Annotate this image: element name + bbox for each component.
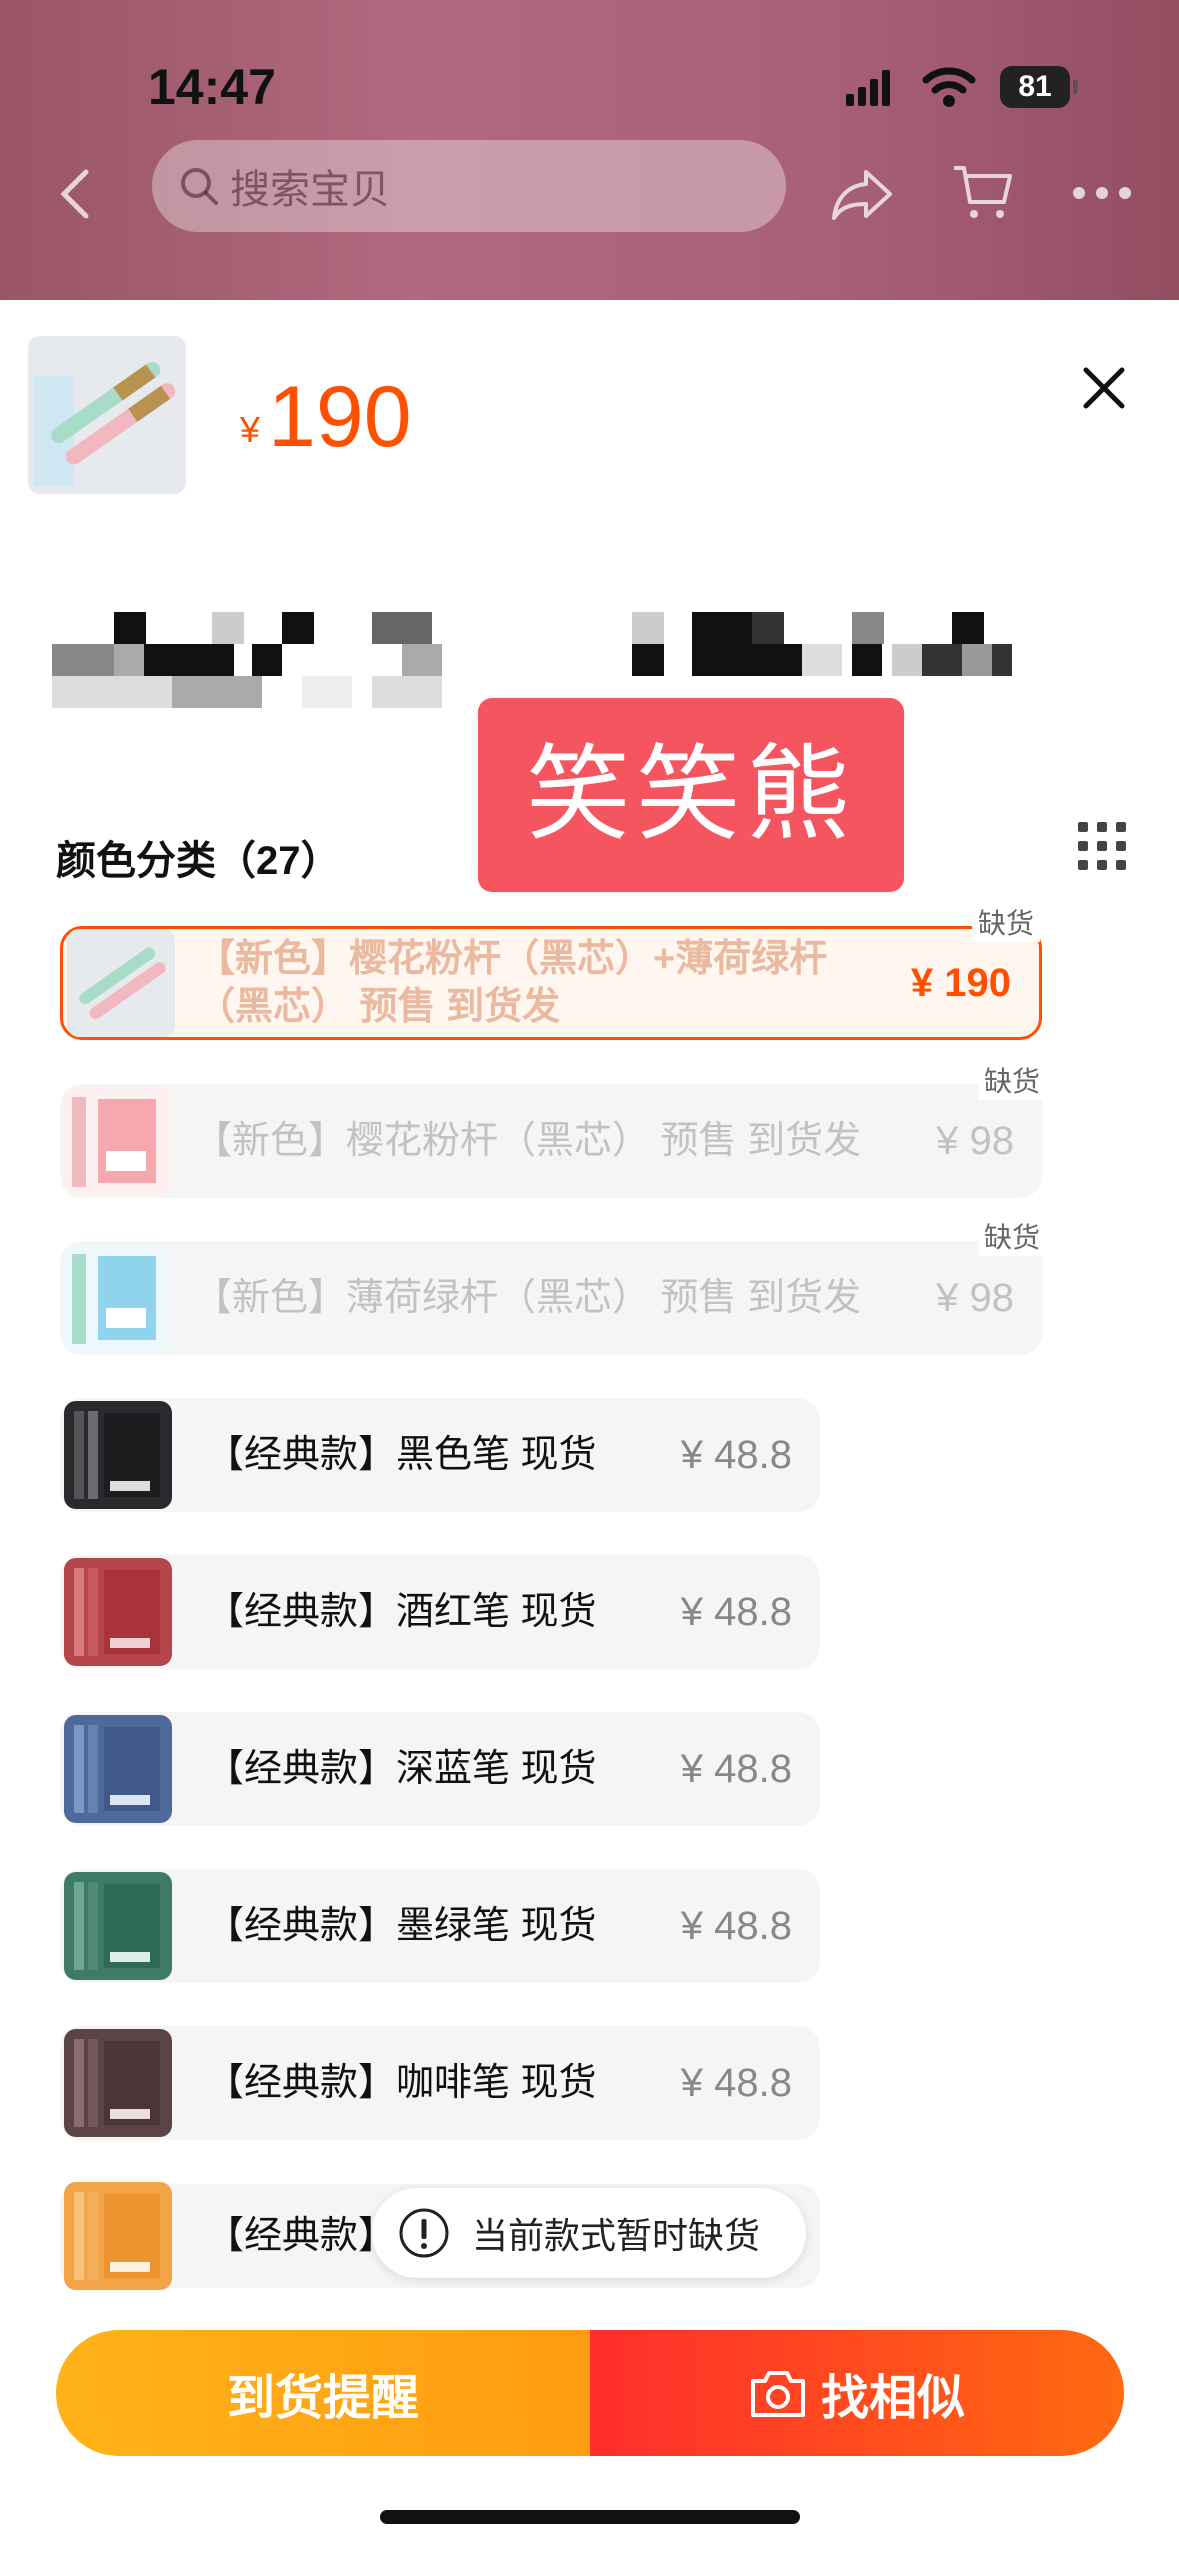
wifi-icon <box>922 67 976 107</box>
watermark-label: 笑笑熊 <box>478 698 904 892</box>
back-icon[interactable] <box>56 168 96 220</box>
sku-price: ¥ 190 <box>910 960 1011 1005</box>
section-title: 颜色分类（27） <box>56 839 341 883</box>
sku-label: 【经典款】深蓝笔 现货 <box>206 1748 597 1790</box>
product-thumbnail[interactable] <box>28 336 186 494</box>
sku-label: 【经典款】墨绿笔 现货 <box>206 1905 597 1947</box>
sku-option[interactable]: 【经典款】酒红笔 现货 ¥ 48.8 <box>60 1555 820 1669</box>
sku-price: ¥ 48.8 <box>680 2060 792 2105</box>
sku-thumbnail <box>67 929 175 1037</box>
sku-option[interactable]: 【经典款】深蓝笔 现货 ¥ 48.8 <box>60 1712 820 1826</box>
sku-price: ¥ 98 <box>936 1275 1014 1320</box>
find-similar-label: 找相似 <box>820 2372 965 2425</box>
notify-button[interactable]: 到货提醒 <box>56 2330 590 2456</box>
sku-option[interactable]: 【经典款】咖啡笔 现货 ¥ 48.8 <box>60 2026 820 2140</box>
share-icon[interactable] <box>830 166 894 222</box>
home-indicator <box>380 2510 800 2524</box>
sku-thumbnail <box>64 1872 172 1980</box>
sku-price: ¥ 98 <box>936 1118 1014 1163</box>
status-time: 14:47 <box>148 59 276 115</box>
notify-button-label: 到货提醒 <box>226 2372 419 2425</box>
alert-icon <box>399 2208 449 2258</box>
toast-message: 当前款式暂时缺货 <box>372 2188 806 2278</box>
find-similar-button[interactable]: 找相似 <box>590 2330 1124 2456</box>
toast-text: 当前款式暂时缺货 <box>472 2215 761 2256</box>
sku-thumbnail <box>64 1244 172 1352</box>
sku-option[interactable]: 【新色】樱花粉杆（黑芯） 预售 到货发 ¥ 98 <box>60 1084 1042 1198</box>
sku-thumbnail <box>64 1087 172 1195</box>
out-of-stock-tag: 缺货 <box>972 902 1041 942</box>
price-value: 190 <box>268 369 412 465</box>
sku-label: 【经典款】酒红笔 现货 <box>206 1591 597 1633</box>
sku-thumbnail <box>64 1401 172 1509</box>
more-icon[interactable] <box>1072 186 1132 200</box>
sku-thumbnail <box>64 1715 172 1823</box>
sku-option[interactable]: 【经典款】墨绿笔 现货 ¥ 48.8 <box>60 1869 820 1983</box>
search-icon <box>181 168 218 205</box>
grid-icon[interactable] <box>1078 822 1126 870</box>
sku-option[interactable]: 【新色】薄荷绿杆（黑芯） 预售 到货发 ¥ 98 <box>60 1241 1042 1355</box>
signal-icon <box>846 70 890 106</box>
sku-thumbnail <box>64 1558 172 1666</box>
selected-price: ¥190 <box>240 368 412 467</box>
sku-option[interactable]: 【新色】樱花粉杆（黑芯）+薄荷绿杆（黑芯） 预售 到货发 ¥ 190 <box>60 926 1042 1040</box>
cart-icon[interactable] <box>950 160 1014 224</box>
sku-thumbnail <box>64 2029 172 2137</box>
sku-price: ¥ 48.8 <box>680 1746 792 1791</box>
battery-indicator: 81 <box>1000 66 1078 108</box>
sku-label: 【新色】樱花粉杆（黑芯）+薄荷绿杆（黑芯） 预售 到货发 <box>197 938 828 1028</box>
sku-label: 【新色】樱花粉杆（黑芯） 预售 到货发 <box>194 1120 862 1162</box>
redacted-text-mosaic <box>52 612 1012 712</box>
search-placeholder: 搜索宝贝 <box>230 168 390 212</box>
out-of-stock-tag: 缺货 <box>978 1216 1047 1256</box>
sku-price: ¥ 48.8 <box>680 1589 792 1634</box>
camera-icon <box>750 2371 805 2417</box>
sku-thumbnail <box>64 2182 172 2290</box>
sku-price: ¥ 48.8 <box>680 1432 792 1477</box>
search-bar[interactable]: 搜索宝贝 <box>152 140 786 232</box>
sku-label: 【经典款】咖啡笔 现货 <box>206 2062 597 2104</box>
sku-option[interactable]: 【经典款】黑色笔 现货 ¥ 48.8 <box>60 1398 820 1512</box>
close-icon[interactable] <box>1082 366 1126 410</box>
sku-label: 【经典款】 <box>206 2215 397 2257</box>
sku-label: 【经典款】黑色笔 现货 <box>206 1434 597 1476</box>
out-of-stock-tag: 缺货 <box>978 1060 1047 1100</box>
sku-price: ¥ 48.8 <box>680 1903 792 1948</box>
sku-label: 【新色】薄荷绿杆（黑芯） 预售 到货发 <box>194 1277 862 1319</box>
currency-symbol: ¥ <box>240 409 261 450</box>
